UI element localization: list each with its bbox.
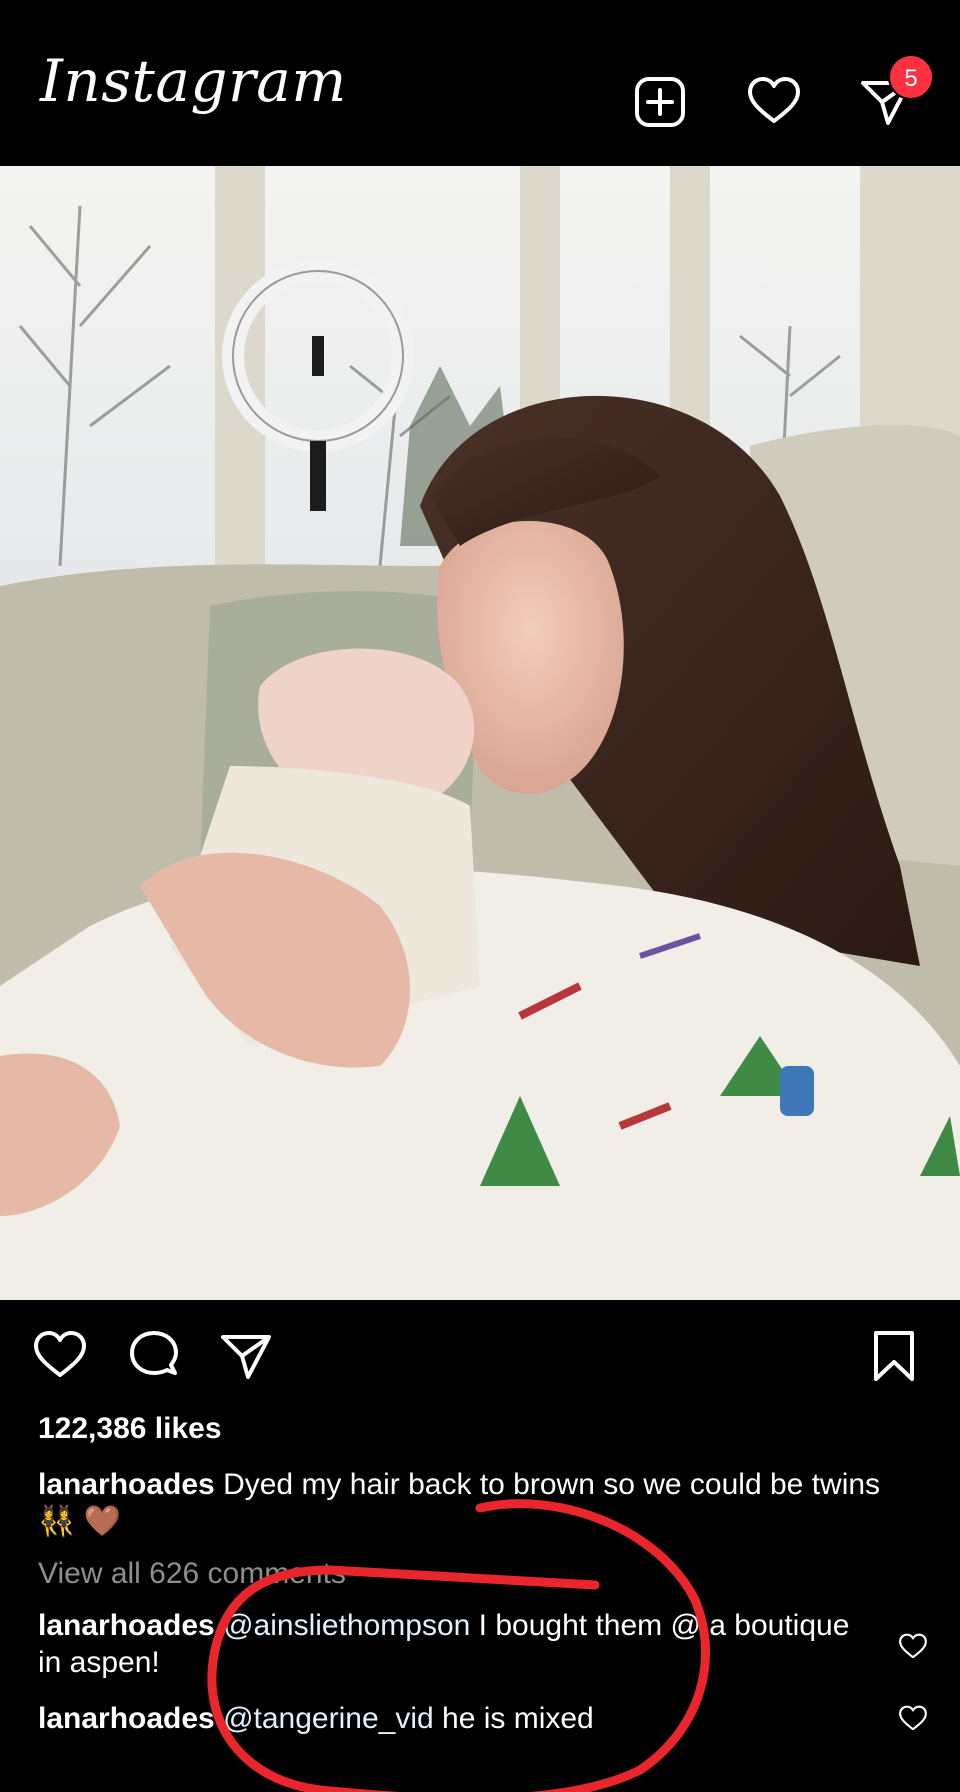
likes-count[interactable]: 122,386 likes: [38, 1412, 222, 1446]
view-all-comments-link[interactable]: View all 626 comments: [38, 1557, 346, 1591]
caption-username[interactable]: lanarhoades: [38, 1468, 215, 1501]
comment-mention[interactable]: @ainsliethompson: [223, 1609, 470, 1642]
comment-item: lanarhoades @ainsliethompson I bought th…: [38, 1607, 858, 1681]
comment-username[interactable]: lanarhoades: [38, 1702, 215, 1735]
share-icon[interactable]: [218, 1328, 274, 1384]
comment-username[interactable]: lanarhoades: [38, 1609, 215, 1642]
comment-item: lanarhoades @tangerine_vid he is mixed: [38, 1700, 858, 1737]
notification-badge: 5: [888, 54, 934, 100]
bookmark-icon[interactable]: [866, 1328, 922, 1384]
post-caption: lanarhoades Dyed my hair back to brown s…: [38, 1466, 918, 1540]
new-post-icon[interactable]: [632, 74, 688, 130]
activity-heart-icon[interactable]: [746, 74, 802, 130]
comment-text: he is mixed: [433, 1702, 594, 1735]
comment-icon[interactable]: [126, 1328, 182, 1384]
comment-like-icon[interactable]: [898, 1632, 928, 1662]
top-bar: Instagram 5: [0, 0, 960, 166]
like-icon[interactable]: [32, 1328, 88, 1384]
instagram-logo[interactable]: Instagram: [40, 52, 347, 110]
comment-mention[interactable]: @tangerine_vid: [223, 1702, 434, 1735]
post-image[interactable]: [0, 166, 960, 1300]
comment-like-icon[interactable]: [898, 1704, 928, 1734]
